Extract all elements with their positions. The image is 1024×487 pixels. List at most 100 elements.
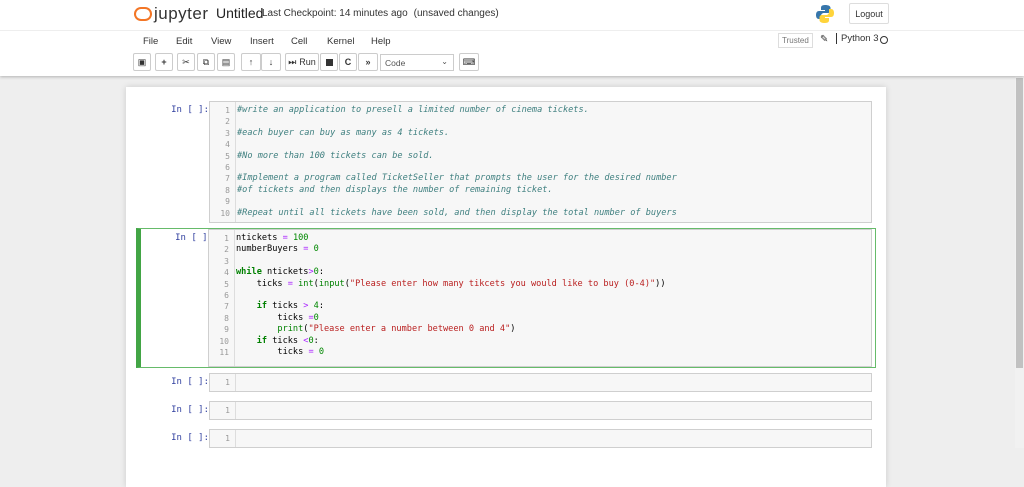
line-number: 5 bbox=[224, 279, 229, 289]
code-token: : bbox=[313, 335, 319, 346]
cut-button[interactable]: ✂ bbox=[177, 53, 195, 71]
code-token: if bbox=[256, 335, 268, 346]
line-number: 1 bbox=[225, 406, 230, 415]
code-line: if ticks <0: bbox=[236, 336, 319, 347]
code-token: ticks bbox=[236, 278, 288, 289]
line-number: 3 bbox=[224, 256, 229, 266]
move-up-button[interactable]: ↑ bbox=[241, 53, 261, 71]
code-token: "Please enter a number between 0 and 4" bbox=[308, 324, 511, 335]
line-number: 10 bbox=[220, 208, 230, 218]
code-cell[interactable]: In [ ]: 1 bbox=[136, 428, 876, 449]
code-token: #Repeat until all tickets have been sold… bbox=[237, 207, 677, 218]
code-cell[interactable]: In [ ]: 1 bbox=[136, 372, 876, 393]
line-number: 6 bbox=[224, 291, 229, 300]
logout-button[interactable]: Logout bbox=[849, 3, 889, 24]
menu-insert[interactable]: Insert bbox=[250, 36, 274, 47]
menu-view[interactable]: View bbox=[211, 36, 231, 47]
chevron-down-icon: ⌄ bbox=[441, 57, 448, 66]
line-number: 1 bbox=[225, 378, 230, 387]
code-cell[interactable]: In [ ]: 1 bbox=[136, 400, 876, 421]
code-line: #of tickets and then displays the number… bbox=[237, 185, 553, 196]
code-token: if bbox=[256, 301, 268, 312]
menu-edit[interactable]: Edit bbox=[176, 36, 192, 47]
code-editor[interactable]: 1 bbox=[209, 429, 872, 448]
code-editor[interactable]: 1 bbox=[209, 373, 872, 392]
code-token: ntickets bbox=[261, 267, 309, 278]
menu-cell[interactable]: Cell bbox=[291, 36, 307, 47]
code-token: input bbox=[318, 278, 345, 289]
code-line: ticks = int(input("Please enter how many… bbox=[236, 279, 666, 290]
code-editor[interactable]: 1 bbox=[209, 401, 872, 420]
code-token: 0 bbox=[313, 312, 319, 323]
code-editor[interactable]: 1 ntickets = 100 2 numberBuyers = 0 3 4 while … bbox=[208, 229, 872, 367]
restart-icon: C bbox=[344, 57, 352, 67]
code-editor[interactable]: 1 #write an application to presell a limi… bbox=[209, 101, 872, 223]
code-token: ticks bbox=[236, 312, 309, 323]
code-token: #each buyer can buy as many as 4 tickets… bbox=[237, 127, 450, 138]
arrow-up-icon: ↑ bbox=[248, 57, 254, 67]
interrupt-button[interactable] bbox=[320, 53, 338, 71]
cell-prompt: In [ ]: bbox=[171, 105, 209, 115]
copy-icon: ⧉ bbox=[202, 56, 210, 67]
line-number: 4 bbox=[224, 268, 229, 278]
move-down-button[interactable]: ↓ bbox=[261, 53, 281, 71]
code-cell[interactable]: In [ ]: 1 #write an application to presell… bbox=[136, 100, 876, 224]
checkpoint-status: Last Checkpoint: 14 minutes ago (unsaved … bbox=[262, 8, 499, 19]
edit-pencil-icon[interactable]: ✎ bbox=[820, 34, 828, 45]
menu-file[interactable]: File bbox=[143, 36, 158, 47]
paste-icon: ▤ bbox=[221, 56, 231, 67]
copy-button[interactable]: ⧉ bbox=[197, 53, 215, 71]
notebook-container: In [ ]: 1 #write an application to presell… bbox=[126, 87, 886, 487]
header: jupyter Untitled Last Checkpoint: 14 min… bbox=[0, 0, 1024, 76]
code-line: while ntickets>0: bbox=[236, 267, 324, 278]
cell-prompt: In [ ]: bbox=[175, 233, 213, 243]
code-line: ticks =0 bbox=[236, 312, 319, 324]
line-number: 1 bbox=[225, 106, 230, 115]
code-token: 0 bbox=[318, 347, 324, 357]
run-button[interactable]: ⏭ Run bbox=[285, 53, 319, 71]
scrollbar[interactable] bbox=[1015, 76, 1024, 448]
restart-button[interactable]: C bbox=[339, 53, 357, 71]
code-line: #each buyer can buy as many as 4 tickets… bbox=[237, 128, 449, 139]
menu-help[interactable]: Help bbox=[371, 36, 391, 47]
line-number: 10 bbox=[219, 336, 229, 346]
plus-icon: + bbox=[161, 57, 167, 67]
code-token: : bbox=[318, 301, 325, 312]
code-token: : bbox=[318, 267, 325, 278]
line-number: 11 bbox=[219, 348, 229, 357]
code-line: print("Please enter a number between 0 a… bbox=[236, 324, 515, 335]
line-number: 7 bbox=[224, 302, 229, 312]
arrow-down-icon: ↓ bbox=[268, 57, 274, 67]
cell-type-select[interactable]: Code ⌄ bbox=[380, 54, 454, 71]
line-number: 1 bbox=[224, 234, 229, 243]
code-cell[interactable]: In [ ]: 1 ntickets = 100 2 numberBuyers = 0 3… bbox=[136, 228, 876, 368]
menu-kernel[interactable]: Kernel bbox=[327, 36, 354, 47]
line-number: 5 bbox=[225, 151, 230, 161]
paste-button[interactable]: ▤ bbox=[217, 53, 235, 71]
line-number: 9 bbox=[224, 325, 229, 335]
code-token: #Implement a program called TicketSeller… bbox=[237, 173, 677, 184]
insert-cell-button[interactable]: + bbox=[155, 53, 173, 71]
code-token: ticks bbox=[236, 347, 309, 357]
save-button[interactable]: ▣ bbox=[133, 53, 151, 71]
scissors-icon: ✂ bbox=[182, 56, 190, 67]
jupyter-logo[interactable]: jupyter bbox=[134, 4, 209, 24]
command-palette-button[interactable]: ⌨ bbox=[459, 53, 479, 71]
code-token: )) bbox=[655, 278, 666, 289]
code-token: #No more than 100 tickets can be sold. bbox=[237, 150, 434, 161]
scrollbar-thumb[interactable] bbox=[1016, 78, 1023, 368]
code-token: ) bbox=[510, 324, 516, 335]
notebook-name[interactable]: Untitled bbox=[216, 5, 263, 21]
code-line: #No more than 100 tickets can be sold. bbox=[237, 151, 434, 162]
code-line: numberBuyers = 0 bbox=[236, 244, 319, 255]
line-number: 3 bbox=[225, 128, 230, 138]
code-line: ticks = 0 bbox=[236, 347, 324, 358]
trusted-badge[interactable]: Trusted bbox=[778, 33, 813, 48]
code-token: #of tickets and then displays the number… bbox=[237, 184, 553, 195]
run-icon: ⏭ bbox=[288, 56, 297, 67]
code-token: int bbox=[298, 278, 314, 289]
restart-run-all-button[interactable]: » bbox=[358, 53, 378, 71]
